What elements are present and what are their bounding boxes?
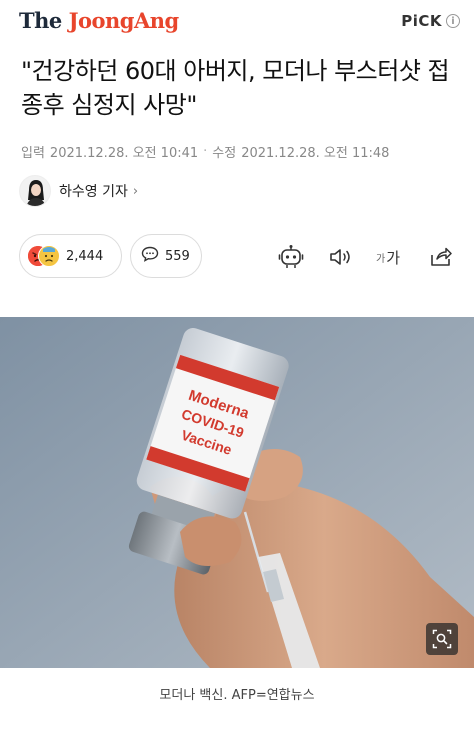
share-icon[interactable] <box>427 243 455 271</box>
summary-bot-icon[interactable] <box>277 243 305 271</box>
sad-emoji-icon <box>38 245 60 267</box>
modified-date: 2021.12.28. 오전 11:48 <box>241 146 390 161</box>
info-icon[interactable]: i <box>446 14 460 28</box>
zoom-image-button[interactable] <box>426 623 458 655</box>
chevron-right-icon: › <box>132 183 139 199</box>
comment-count: 559 <box>165 248 190 264</box>
article-headline: "건강하던 60대 아버지, 모더나 부스터샷 접종후 심정지 사망" <box>21 57 450 119</box>
reporter-avatar <box>19 175 51 207</box>
logo-the: The <box>19 8 62 33</box>
reactions-button[interactable]: 2,444 <box>19 234 122 278</box>
publisher-logo[interactable]: The JoongAng <box>19 8 179 33</box>
modified-label: 수정 <box>212 146 237 161</box>
font-size-small-label: 가 <box>375 253 386 265</box>
reporter-name: 하수영 기자 <box>59 184 128 200</box>
logo-brand: JoongAng <box>68 8 180 33</box>
date-separator: · <box>203 144 208 159</box>
vaccine-vial-illustration: Moderna COVID-19 Vaccine <box>0 317 474 668</box>
magnify-icon <box>432 629 452 649</box>
speaker-icon[interactable] <box>326 243 354 271</box>
article-dates: 입력 2021.12.28. 오전 10:41 · 수정 2021.12.28.… <box>21 142 389 161</box>
comment-bubble-icon <box>141 246 159 266</box>
published-date: 2021.12.28. 오전 10:41 <box>49 146 199 161</box>
published-label: 입력 <box>21 146 45 161</box>
font-size-button[interactable]: 가 가 <box>374 243 402 271</box>
font-size-large-label: 가 <box>386 248 400 267</box>
pick-badge[interactable]: PiCK i <box>401 12 460 30</box>
pick-label: PiCK <box>401 12 442 30</box>
reporter-link[interactable]: 하수영 기자 › <box>19 175 138 207</box>
photo-caption: 모더나 백신. AFP=연합뉴스 <box>159 688 315 703</box>
article-photo[interactable]: Moderna COVID-19 Vaccine <box>0 317 474 668</box>
comments-button[interactable]: 559 <box>130 234 202 278</box>
reaction-count: 2,444 <box>66 248 104 264</box>
